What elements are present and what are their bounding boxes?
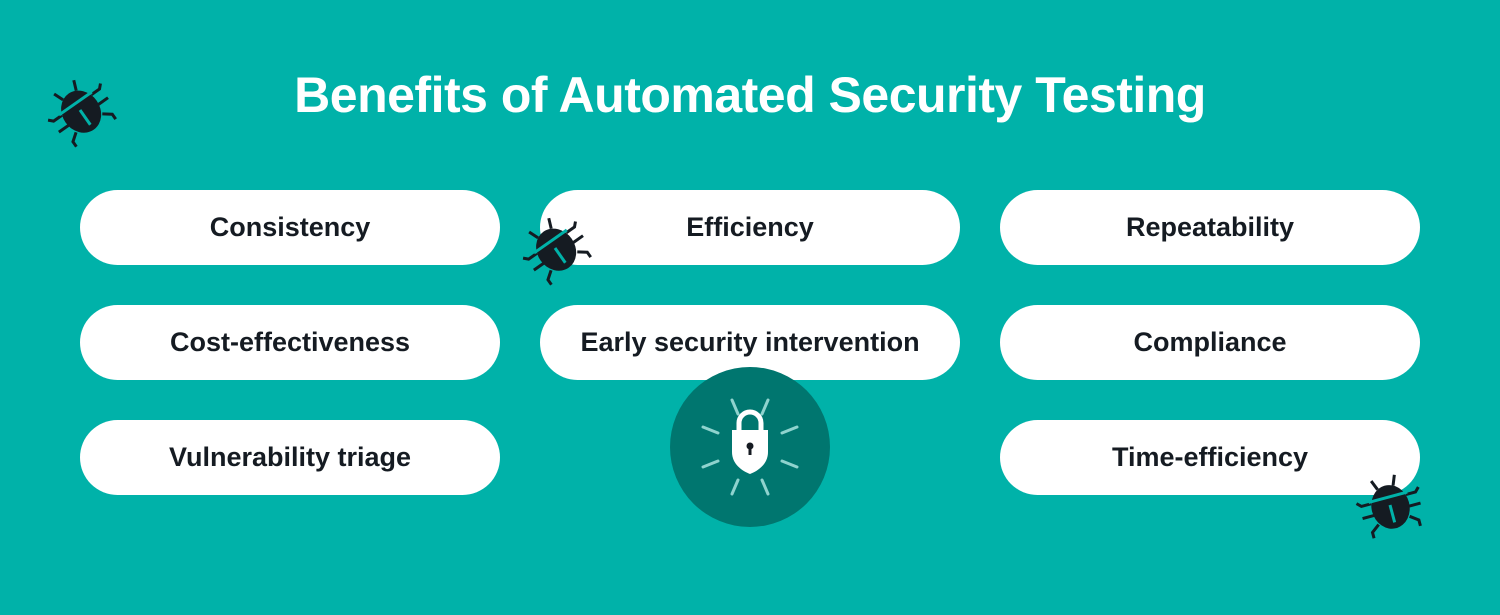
benefit-repeatability: Repeatability <box>1000 190 1420 265</box>
bug-icon <box>1355 474 1422 539</box>
benefit-label: Vulnerability triage <box>168 442 412 472</box>
benefit-label: Cost-effectiveness <box>169 327 411 357</box>
padlock-icon <box>670 367 830 527</box>
benefit-label: Early security intervention <box>580 327 920 357</box>
bug-icon <box>47 79 117 148</box>
benefit-compliance: Compliance <box>1000 305 1420 380</box>
benefit-vulnerability-triage: Vulnerability triage <box>80 420 500 495</box>
benefit-label: Compliance <box>1133 327 1287 357</box>
bug-icon <box>522 217 592 286</box>
page-title: Benefits of Automated Security Testing <box>294 67 1206 123</box>
benefit-label: Repeatability <box>1125 212 1295 242</box>
benefit-efficiency: Efficiency <box>540 190 960 265</box>
benefit-cost-effectiveness: Cost-effectiveness <box>80 305 500 380</box>
benefit-consistency: Consistency <box>80 190 500 265</box>
benefit-label: Time-efficiency <box>1111 442 1309 472</box>
benefit-label: Consistency <box>209 212 371 242</box>
benefit-label: Efficiency <box>686 212 814 242</box>
